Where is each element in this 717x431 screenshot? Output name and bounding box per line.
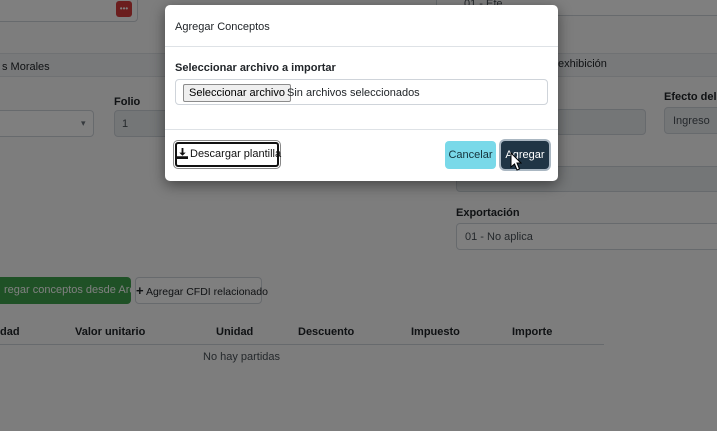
- file-status-text: Sin archivos seleccionados: [287, 87, 420, 99]
- pointer-cursor-icon: [510, 152, 522, 171]
- download-icon: [177, 148, 188, 159]
- cancel-button[interactable]: Cancelar: [445, 141, 496, 169]
- choose-file-button[interactable]: Seleccionar archivo: [183, 84, 291, 102]
- modal-title: Agregar Conceptos: [175, 21, 270, 33]
- modal-header: Agregar Conceptos: [165, 5, 558, 47]
- download-template-button[interactable]: Descargar plantilla: [175, 142, 282, 167]
- add-concepts-modal: Agregar Conceptos Seleccionar archivo a …: [165, 5, 558, 181]
- file-input[interactable]: Seleccionar archivo Sin archivos selecci…: [175, 79, 548, 105]
- download-template-label: Descargar plantilla: [190, 148, 282, 160]
- file-import-label: Seleccionar archivo a importar: [175, 62, 336, 74]
- add-button[interactable]: Agregar: [501, 141, 549, 169]
